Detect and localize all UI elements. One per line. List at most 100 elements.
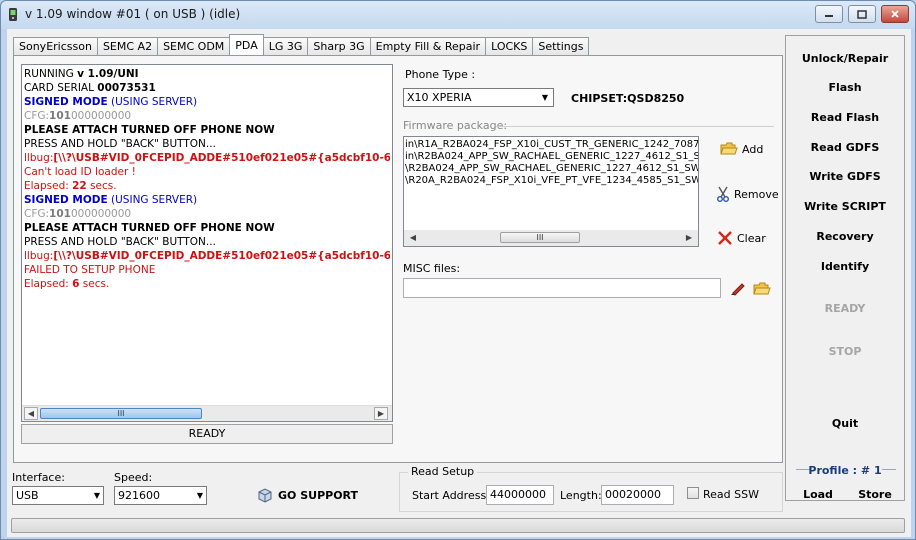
tab-locks[interactable]: LOCKS	[485, 37, 534, 55]
tab-semc-odm[interactable]: SEMC ODM	[157, 37, 231, 55]
log-text: 000000000	[70, 208, 132, 220]
log-text: RUNNING	[24, 68, 78, 80]
tab-semc-a2[interactable]: SEMC A2	[96, 37, 159, 55]
firmware-scroll-thumb[interactable]: III	[500, 232, 580, 243]
phone-type-select[interactable]: X10 XPERIA ▼	[403, 88, 554, 107]
log-text: 101	[49, 208, 71, 220]
minimize-icon	[825, 15, 833, 17]
chipset-label: CHIPSET:QSD8250	[571, 92, 685, 105]
title-bar: v 1.09 window #01 ( on USB ) (idle)	[1, 1, 915, 29]
log-line: llbug:[\\?\USB#VID_0FCEPID_ADDE#510ef021…	[24, 249, 390, 263]
length-input[interactable]: 00020000	[601, 485, 674, 505]
recovery-button[interactable]: Recovery	[786, 230, 904, 243]
chevron-down-icon: ▼	[93, 491, 100, 500]
log-text: 22	[72, 180, 87, 192]
misc-files-input[interactable]	[403, 278, 721, 298]
tab-sonyericsson[interactable]: SonyEricsson	[13, 37, 98, 55]
start-address-input[interactable]: 44000000	[486, 485, 554, 505]
log-line: PLEASE ATTACH TURNED OFF PHONE NOW	[24, 123, 390, 137]
log-status: READY	[21, 424, 393, 444]
log-text: PLEASE ATTACH TURNED OFF PHONE NOW	[24, 124, 275, 136]
speed-value: 921600	[118, 489, 160, 502]
remove-button[interactable]: Remove	[716, 186, 779, 202]
chevron-down-icon: ▼	[541, 93, 549, 102]
log-text: secs.	[86, 180, 117, 192]
log-line: Elapsed: 6 secs.	[24, 277, 390, 291]
tab-lg-3g[interactable]: LG 3G	[262, 37, 309, 55]
read-ssw-checkbox[interactable]	[687, 487, 699, 499]
log-text: 101	[49, 110, 71, 122]
read-gdfs-button[interactable]: Read GDFS	[786, 141, 904, 154]
log-horizontal-scrollbar[interactable]: ◀ III ▶	[22, 405, 392, 421]
go-support-label: GO SUPPORT	[278, 488, 359, 502]
log-text: llbug:	[24, 250, 54, 262]
add-button[interactable]: Add	[720, 142, 763, 156]
log-line: CFG:101000000000	[24, 207, 390, 221]
client-area: SonyEricsson SEMC A2 SEMC ODM PDA LG 3G Sharp…	[7, 29, 911, 537]
log-text: Elapsed:	[24, 278, 73, 290]
length-label: Length:	[560, 489, 602, 502]
firmware-divider	[496, 126, 774, 127]
log-text: 00073531	[97, 82, 156, 94]
interface-value: USB	[16, 489, 39, 502]
log-text: [\\?\USB#VID_0FCEPID_ADDE#510ef021e05#{a…	[53, 250, 390, 262]
unlock-repair-button[interactable]: Unlock/Repair	[786, 52, 904, 65]
read-setup-group: Read Setup Start Address: 44000000 Lengt…	[399, 465, 783, 512]
start-address-label: Start Address:	[412, 489, 490, 502]
action-panel: Unlock/Repair Flash Read Flash Read GDFS Wri…	[785, 35, 905, 501]
folder-open-icon[interactable]	[753, 282, 771, 296]
firmware-list-item[interactable]: in\R1A_R2BA024_FSP_X10i_CUST_TR_GENERIC_…	[404, 139, 698, 151]
log-box[interactable]: RUNNING v 1.09/UNI CARD SERIAL 00073531 SI…	[21, 64, 393, 422]
firmware-horizontal-scrollbar[interactable]: ◀ III ▶	[404, 230, 698, 246]
store-button[interactable]: Store	[856, 488, 894, 501]
interface-select[interactable]: USB ▼	[12, 486, 104, 505]
log-line: PRESS AND HOLD "BACK" BUTTON...	[24, 137, 390, 151]
firmware-list-item[interactable]: in\R2BA024_APP_SW_RACHAEL_GENERIC_1227_4…	[404, 151, 698, 163]
write-gdfs-button[interactable]: Write GDFS	[786, 170, 904, 183]
close-button[interactable]	[881, 5, 909, 23]
firmware-list-item[interactable]: \R2BA024_APP_SW_RACHAEL_GENERIC_1227_461…	[404, 163, 698, 175]
tab-sharp-3g[interactable]: Sharp 3G	[307, 37, 371, 55]
identify-button[interactable]: Identify	[786, 260, 904, 273]
log-line: CARD SERIAL 00073531	[24, 81, 390, 95]
load-button[interactable]: Load	[802, 488, 834, 501]
log-line: SIGNED MODE (USING SERVER)	[24, 95, 390, 109]
quit-button[interactable]: Quit	[786, 417, 904, 430]
support-box-icon	[258, 488, 272, 503]
maximize-button[interactable]	[848, 5, 876, 23]
log-line: Elapsed: 22 secs.	[24, 179, 390, 193]
minimize-button[interactable]	[815, 5, 843, 23]
log-text: CARD SERIAL	[24, 82, 98, 94]
firmware-list[interactable]: in\R1A_R2BA024_FSP_X10i_CUST_TR_GENERIC_…	[403, 136, 699, 247]
tab-settings[interactable]: Settings	[532, 37, 590, 55]
log-line: SIGNED MODE (USING SERVER)	[24, 193, 390, 207]
stop-button: STOP	[828, 345, 862, 358]
pen-edit-icon[interactable]	[730, 280, 746, 296]
log-scroll-thumb[interactable]: III	[40, 408, 202, 419]
close-icon	[891, 10, 899, 18]
go-support-button[interactable]: GO SUPPORT	[257, 487, 358, 503]
scissors-icon	[717, 186, 729, 202]
firmware-list-item[interactable]: \R20A_R2BA024_FSP_X10i_VFE_PT_VFE_1234_4…	[404, 175, 698, 187]
read-flash-button[interactable]: Read Flash	[786, 111, 904, 124]
scroll-left-icon[interactable]: ◀	[406, 231, 420, 244]
scroll-left-icon[interactable]: ◀	[24, 407, 38, 420]
log-text: SIGNED MODE	[24, 194, 108, 206]
speed-select[interactable]: 921600 ▼	[114, 486, 207, 505]
log-text: llbug:	[24, 152, 54, 164]
write-script-button[interactable]: Write SCRIPT	[786, 200, 904, 213]
firmware-items: in\R1A_R2BA024_FSP_X10i_CUST_TR_GENERIC_…	[404, 137, 698, 187]
scroll-right-icon[interactable]: ▶	[682, 231, 696, 244]
firmware-package-label: Firmware package:	[403, 119, 508, 132]
chevron-down-icon: ▼	[196, 491, 203, 500]
log-line: Can't load ID loader !	[24, 165, 390, 179]
tab-empty-fill-repair[interactable]: Empty Fill & Repair	[369, 37, 487, 55]
flash-button[interactable]: Flash	[786, 81, 904, 94]
tab-pda[interactable]: PDA	[229, 34, 264, 55]
profile-value: # 1	[860, 464, 882, 477]
read-setup-label: Read Setup	[408, 465, 478, 478]
scroll-right-icon[interactable]: ▶	[374, 407, 388, 420]
log-text: PLEASE ATTACH TURNED OFF PHONE NOW	[24, 222, 275, 234]
phone-type-value: X10 XPERIA	[407, 91, 472, 104]
clear-button[interactable]: Clear	[717, 230, 766, 246]
